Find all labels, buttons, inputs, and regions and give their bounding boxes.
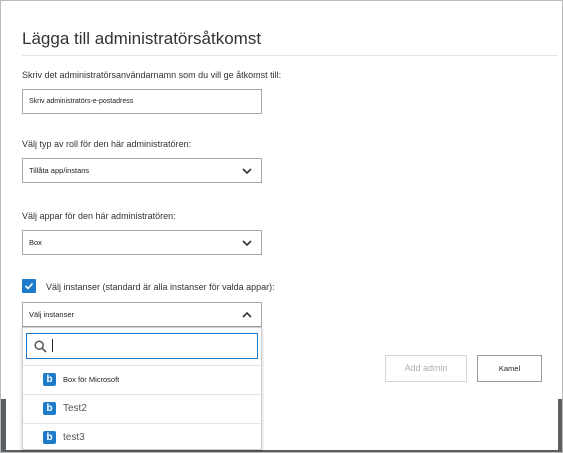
dialog-title: Lägga till administratörsåtkomst — [22, 29, 262, 48]
box-logo-icon: b — [43, 402, 56, 415]
chevron-down-icon — [242, 240, 252, 247]
chevron-down-icon — [242, 168, 252, 175]
add-admin-button[interactable]: Add admin — [385, 355, 467, 382]
instance-option[interactable]: b test3 — [23, 423, 261, 452]
cancel-button[interactable]: Kamel — [477, 355, 542, 382]
instance-option-label: Test2 — [63, 403, 87, 414]
instances-select-placeholder: Välj instanser — [29, 310, 75, 319]
search-icon — [34, 340, 47, 353]
role-select-value: Tillåta app/instans — [29, 166, 90, 175]
instances-label: Välj instanser (standard är alla instans… — [46, 282, 275, 292]
instance-option[interactable]: b Box för Microsoft — [23, 365, 261, 394]
username-label: Skriv det administratörsanvändarnamn som… — [22, 70, 282, 80]
apps-select[interactable]: Box — [22, 230, 262, 255]
instance-option-label: test3 — [63, 432, 85, 443]
box-logo-icon: b — [43, 373, 56, 386]
title-divider — [22, 55, 558, 56]
add-admin-dialog: Lägga till administratörsåtkomst Skriv d… — [6, 5, 558, 450]
checkmark-icon — [24, 282, 34, 290]
instances-select[interactable]: Välj instanser — [22, 302, 262, 327]
instance-option-label: Box för Microsoft — [63, 375, 120, 384]
window-frame: Lägga till administratörsåtkomst Skriv d… — [0, 0, 563, 453]
admin-email-input[interactable]: Skriv administratörs-e-postadress — [22, 89, 262, 114]
instances-dropdown-panel: b Box för Microsoft b Test2 b test3 — [22, 327, 262, 450]
apps-label: Välj appar för den här administratören: — [22, 211, 176, 221]
instances-checkbox[interactable] — [22, 279, 36, 293]
instance-option[interactable]: b Test2 — [23, 394, 261, 423]
apps-select-value: Box — [29, 238, 42, 247]
text-cursor — [52, 339, 53, 352]
role-label: Välj typ av roll för den här administrat… — [22, 139, 192, 149]
role-select[interactable]: Tillåta app/instans — [22, 158, 262, 183]
box-logo-icon: b — [43, 431, 56, 444]
instances-search-input[interactable] — [26, 333, 258, 359]
chevron-up-icon — [242, 311, 252, 318]
